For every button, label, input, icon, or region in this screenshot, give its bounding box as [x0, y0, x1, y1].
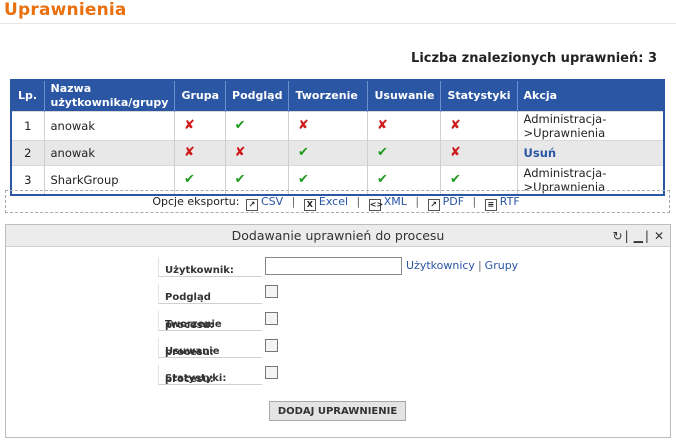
cross-icon: ✘: [234, 145, 246, 160]
delete-label: Usuwanie procesu:: [158, 338, 262, 385]
create-label: Tworzenie procesu:: [158, 311, 262, 358]
rtf-icon: ≡: [484, 199, 497, 211]
panel-title: Dodawanie uprawnień do procesu: [231, 228, 445, 243]
separator: |: [356, 195, 361, 208]
check-icon: ✔: [298, 172, 309, 187]
col-stats[interactable]: Statystyki: [440, 80, 518, 111]
minimize-icon[interactable]: ▁: [634, 229, 643, 243]
xml-icon: <>: [368, 199, 384, 211]
pdf-icon: ↗: [427, 199, 440, 211]
stats-label: Statystyki:: [158, 365, 262, 385]
check-icon: ✔: [183, 172, 195, 187]
link-separator: |: [477, 259, 482, 272]
tools-separator: |: [644, 229, 649, 243]
delete-link[interactable]: Usuń: [524, 146, 557, 160]
cross-icon: ✘: [377, 118, 388, 133]
export-xml-label: XML: [383, 195, 407, 208]
users-link[interactable]: Użytkownicy: [406, 259, 475, 272]
table-header-row: Lp. Nazwa użytkownika/grupy Grupa Podglą…: [11, 80, 664, 111]
check-icon: ✔: [377, 172, 388, 187]
check-icon: ✔: [298, 145, 309, 160]
export-rtf-label: RTF: [499, 195, 520, 208]
export-excel-link[interactable]: X Excel: [303, 195, 349, 211]
panel-tools: ↻ | ▁ | ✕: [608, 225, 664, 247]
create-checkbox[interactable]: [265, 312, 278, 325]
export-excel-label: Excel: [318, 195, 349, 208]
view-checkbox[interactable]: [265, 285, 278, 298]
separator: |: [291, 195, 296, 208]
cross-icon: ✘: [449, 118, 461, 133]
separator: |: [472, 195, 477, 208]
col-lp[interactable]: Lp.: [11, 80, 45, 111]
results-count: Liczba znalezionych uprawnień: 3: [411, 51, 657, 66]
col-create[interactable]: Tworzenie: [288, 80, 369, 111]
export-rtf-link[interactable]: ≡ RTF: [484, 195, 520, 211]
cross-icon: ✘: [449, 145, 461, 160]
delete-checkbox[interactable]: [265, 339, 278, 352]
view-label: Podgląd procesu:: [158, 284, 262, 331]
cross-icon: ✘: [298, 118, 309, 133]
row-action: Administracja->Uprawnienia: [517, 110, 664, 140]
permissions-table: Lp. Nazwa użytkownika/grupy Grupa Podglą…: [10, 79, 665, 196]
export-xml-link[interactable]: <>XML: [368, 195, 407, 211]
col-delete[interactable]: Usuwanie: [367, 80, 442, 111]
user-input[interactable]: [265, 257, 402, 275]
groups-link[interactable]: Grupy: [485, 259, 519, 272]
col-name[interactable]: Nazwa użytkownika/grupy: [44, 80, 176, 111]
check-icon: ✔: [377, 145, 388, 160]
add-permission-panel: Dodawanie uprawnień do procesu ↻ | ▁ | ✕ Uży…: [5, 224, 671, 438]
row-name: anowak: [44, 139, 176, 165]
row-name: anowak: [44, 110, 176, 140]
check-icon: ✔: [449, 172, 461, 187]
page-title: Uprawnienia: [4, 0, 127, 20]
cross-icon: ✘: [183, 118, 195, 133]
cross-icon: ✘: [183, 145, 195, 160]
export-pdf-label: PDF: [442, 195, 465, 208]
row-lp: 2: [11, 139, 45, 165]
refresh-icon[interactable]: ↻: [613, 229, 623, 243]
export-options-bar: Opcje eksportu: ↗ CSV | X Excel | <>XML | …: [5, 190, 670, 213]
check-icon: ✔: [234, 118, 246, 133]
csv-icon: ↗: [245, 199, 258, 211]
tools-separator: |: [624, 229, 629, 243]
excel-icon: X: [303, 199, 316, 211]
table-row: 2 anowak ✘ ✘ ✔ ✔ ✘ Usuń: [11, 139, 664, 165]
export-csv-label: CSV: [260, 195, 284, 208]
add-permission-button[interactable]: DODAJ UPRAWNIENIE: [269, 401, 406, 421]
col-view[interactable]: Podgląd: [225, 80, 290, 111]
row-lp: 1: [11, 110, 45, 140]
col-action[interactable]: Akcja: [517, 80, 664, 111]
check-icon: ✔: [234, 172, 246, 187]
stats-checkbox[interactable]: [265, 366, 278, 379]
export-pdf-link[interactable]: ↗ PDF: [427, 195, 465, 211]
table-row: 1 anowak ✘ ✔ ✘ ✘ ✘ Administracja->Uprawn…: [11, 110, 664, 140]
col-group[interactable]: Grupa: [174, 80, 227, 111]
user-links: Użytkownicy | Grupy: [406, 259, 518, 272]
separator: |: [415, 195, 420, 208]
panel-header: Dodawanie uprawnień do procesu ↻ | ▁ | ✕: [6, 225, 670, 247]
user-label: Użytkownik:: [158, 257, 262, 277]
close-icon[interactable]: ✕: [654, 229, 664, 243]
export-label: Opcje eksportu:: [152, 195, 240, 208]
title-divider: [0, 23, 676, 24]
export-csv-link[interactable]: ↗ CSV: [245, 195, 284, 211]
